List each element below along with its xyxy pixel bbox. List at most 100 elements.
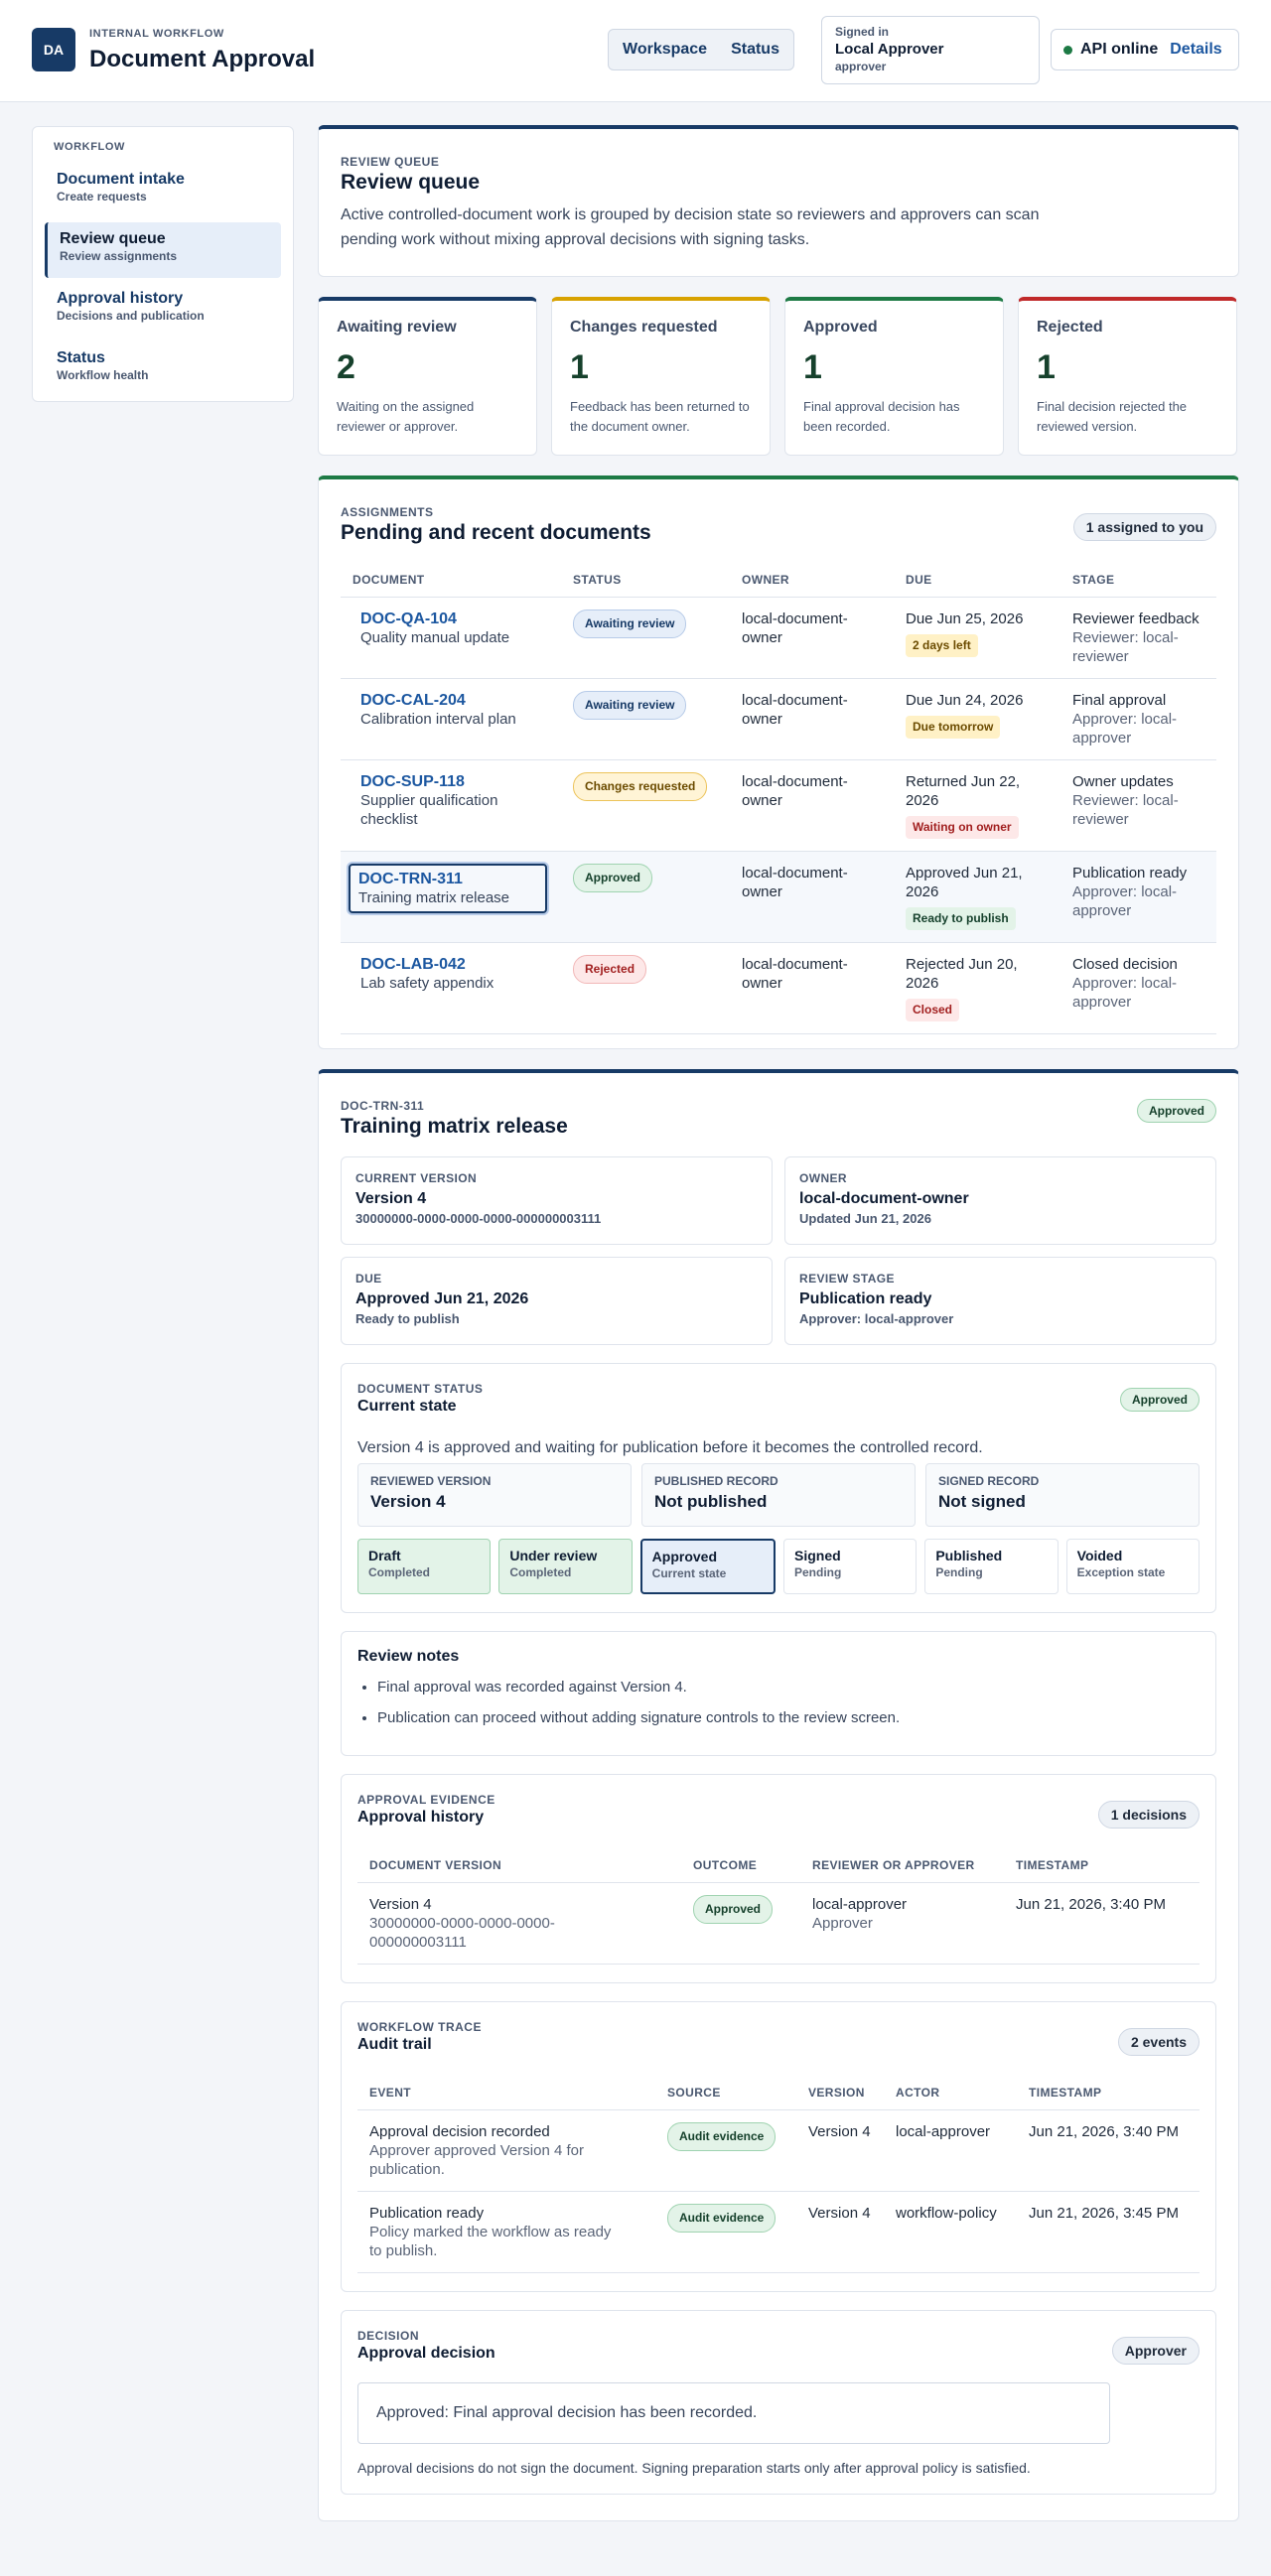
step-state: Completed bbox=[368, 1565, 431, 1579]
record-label: PUBLISHED RECORD bbox=[654, 1474, 778, 1488]
list-item: Publication can proceed without adding s… bbox=[377, 1708, 1200, 1728]
section-kicker: DOCUMENT STATUS bbox=[357, 1382, 484, 1396]
column-header: DUE bbox=[894, 563, 1060, 598]
step-label: Approved bbox=[651, 1549, 717, 1564]
api-details-link[interactable]: Details bbox=[1170, 41, 1221, 59]
stage-cell: Final approval bbox=[1072, 692, 1167, 709]
status-badge: Approved bbox=[573, 864, 653, 892]
version-id: 30000000-0000-0000-0000-000000003111 bbox=[369, 1915, 555, 1951]
step-state: Current state bbox=[651, 1566, 727, 1580]
info-owner: OWNER local-document-owner Updated Jun 2… bbox=[784, 1156, 1216, 1245]
info-value: local-document-owner bbox=[799, 1190, 969, 1207]
metric-rejected[interactable]: Rejected 1 Final decision rejected the r… bbox=[1018, 297, 1237, 456]
section-kicker: WORKFLOW TRACE bbox=[357, 2020, 482, 2034]
stage-sub: Reviewer: local-reviewer bbox=[1072, 792, 1179, 828]
document-id-link[interactable]: DOC-QA-104 bbox=[360, 610, 549, 628]
table-row[interactable]: DOC-QA-104 Quality manual update Awaiting… bbox=[341, 597, 1216, 679]
selected-document-box[interactable]: DOC-TRN-311 Training matrix release bbox=[349, 864, 547, 913]
step-signed: Signed Pending bbox=[782, 1539, 918, 1594]
section-title: Approval history bbox=[357, 1809, 485, 1826]
sidebar-item-status[interactable]: Status Workflow health bbox=[45, 341, 281, 397]
sidebar-item-label: Document intake bbox=[57, 171, 185, 188]
info-due: DUE Approved Jun 21, 2026 Ready to publi… bbox=[341, 1257, 773, 1345]
table-row-selected[interactable]: DOC-TRN-311 Training matrix release Appro… bbox=[341, 851, 1216, 943]
metric-approved[interactable]: Approved 1 Final approval decision has b… bbox=[784, 297, 1004, 456]
info-label: DUE bbox=[355, 1272, 382, 1286]
app-header: DA INTERNAL WORKFLOW Document Approval W… bbox=[0, 0, 1271, 102]
column-header: OWNER bbox=[730, 563, 894, 598]
events-count-badge: 2 events bbox=[1117, 2028, 1200, 2056]
app-logo: DA bbox=[32, 28, 75, 71]
nav-workspace[interactable]: Workspace bbox=[623, 41, 707, 59]
step-approved: Approved Current state bbox=[639, 1539, 776, 1594]
owner-cell: local-document-owner bbox=[742, 956, 848, 992]
column-header: SOURCE bbox=[655, 2076, 796, 2110]
sidebar-item-approval-history[interactable]: Approval history Decisions and publicati… bbox=[45, 282, 281, 338]
info-value: Publication ready bbox=[799, 1290, 932, 1307]
top-nav: Workspace Status bbox=[608, 29, 794, 70]
step-state: Pending bbox=[793, 1565, 842, 1579]
step-draft: Draft Completed bbox=[357, 1539, 492, 1594]
version-cell: Version 4 bbox=[808, 2123, 871, 2140]
lifecycle-steps: Draft Completed Under review Completed A… bbox=[357, 1539, 1200, 1594]
review-queue-panel: REVIEW QUEUE Review queue Active control… bbox=[318, 125, 1239, 277]
due-cell: Returned Jun 22, 2026 bbox=[906, 773, 1021, 809]
section-kicker: APPROVAL EVIDENCE bbox=[357, 1793, 495, 1807]
step-state: Completed bbox=[509, 1565, 572, 1579]
stage-sub: Approver: local-approver bbox=[1072, 975, 1178, 1011]
assignments-table: DOCUMENT STATUS OWNER DUE STAGE DOC-QA-1… bbox=[341, 563, 1216, 1034]
nav-status[interactable]: Status bbox=[731, 41, 779, 59]
status-badge: Awaiting review bbox=[573, 691, 687, 720]
document-id-link[interactable]: DOC-TRN-311 bbox=[358, 870, 537, 888]
table-row: Publication ready Policy marked the workf… bbox=[357, 2191, 1200, 2273]
notes-title: Review notes bbox=[357, 1648, 460, 1665]
actor-cell: local-approver bbox=[896, 2123, 991, 2140]
info-label: REVIEW STAGE bbox=[799, 1272, 895, 1286]
step-under-review: Under review Completed bbox=[498, 1539, 633, 1594]
table-header-row: DOCUMENT STATUS OWNER DUE STAGE bbox=[341, 563, 1216, 598]
column-header: STAGE bbox=[1060, 563, 1216, 598]
document-name: Supplier qualification checklist bbox=[360, 792, 498, 828]
column-header: ACTOR bbox=[884, 2076, 1017, 2110]
section-kicker: REVIEW QUEUE bbox=[341, 155, 440, 169]
sidebar-item-sub: Workflow health bbox=[57, 368, 149, 382]
table-row: Approval decision recorded Approver appro… bbox=[357, 2109, 1200, 2192]
status-badge: Rejected bbox=[573, 955, 647, 984]
stage-cell: Reviewer feedback bbox=[1072, 610, 1200, 627]
timestamp: Jun 21, 2026, 3:40 PM bbox=[1029, 2123, 1179, 2140]
document-name: Quality manual update bbox=[360, 629, 510, 646]
assigned-count-badge: 1 assigned to you bbox=[1072, 513, 1216, 541]
metric-changes-requested[interactable]: Changes requested 1 Feedback has been re… bbox=[551, 297, 771, 456]
signed-in-label: Signed in bbox=[835, 25, 889, 39]
metric-awaiting-review[interactable]: Awaiting review 2 Waiting on the assigne… bbox=[318, 297, 537, 456]
info-value: Approved Jun 21, 2026 bbox=[355, 1290, 529, 1307]
app-kicker: INTERNAL WORKFLOW bbox=[89, 28, 224, 40]
stage-sub: Approver: local-approver bbox=[1072, 883, 1178, 919]
metric-value: 1 bbox=[803, 348, 822, 386]
document-id-link[interactable]: DOC-LAB-042 bbox=[360, 955, 549, 974]
info-value: Version 4 bbox=[355, 1190, 427, 1207]
document-id-link[interactable]: DOC-SUP-118 bbox=[360, 772, 549, 791]
approval-history-table: DOCUMENT VERSION OUTCOME REVIEWER OR APP… bbox=[357, 1848, 1200, 1965]
info-current-version: CURRENT VERSION Version 4 30000000-0000-… bbox=[341, 1156, 773, 1245]
source-badge: Audit evidence bbox=[667, 2122, 777, 2151]
event-title: Publication ready bbox=[369, 2205, 485, 2222]
document-id-link[interactable]: DOC-CAL-204 bbox=[360, 691, 549, 710]
sidebar-item-document-intake[interactable]: Document intake Create requests bbox=[45, 163, 281, 218]
due-tag: Closed bbox=[906, 999, 960, 1021]
step-label: Published bbox=[935, 1548, 1003, 1563]
sidebar-item-review-queue[interactable]: Review queue Review assignments bbox=[45, 222, 281, 278]
metric-label: Changes requested bbox=[570, 319, 718, 336]
sidebar-kicker: WORKFLOW bbox=[54, 141, 126, 153]
role-badge: Approver bbox=[1111, 2337, 1200, 2365]
app-title: Document Approval bbox=[89, 46, 316, 72]
table-row[interactable]: DOC-LAB-042 Lab safety appendix Rejected … bbox=[341, 942, 1216, 1034]
page-title: Review queue bbox=[341, 171, 481, 194]
sidebar-item-label: Status bbox=[57, 349, 105, 366]
step-published: Published Pending bbox=[924, 1539, 1059, 1594]
column-header: EVENT bbox=[357, 2076, 655, 2110]
table-row[interactable]: DOC-CAL-204 Calibration interval plan Awa… bbox=[341, 678, 1216, 760]
decision-message: Approved: Final approval decision has be… bbox=[357, 2382, 1110, 2444]
table-row[interactable]: DOC-SUP-118 Supplier qualification checkl… bbox=[341, 759, 1216, 852]
step-state: Exception state bbox=[1076, 1565, 1166, 1579]
